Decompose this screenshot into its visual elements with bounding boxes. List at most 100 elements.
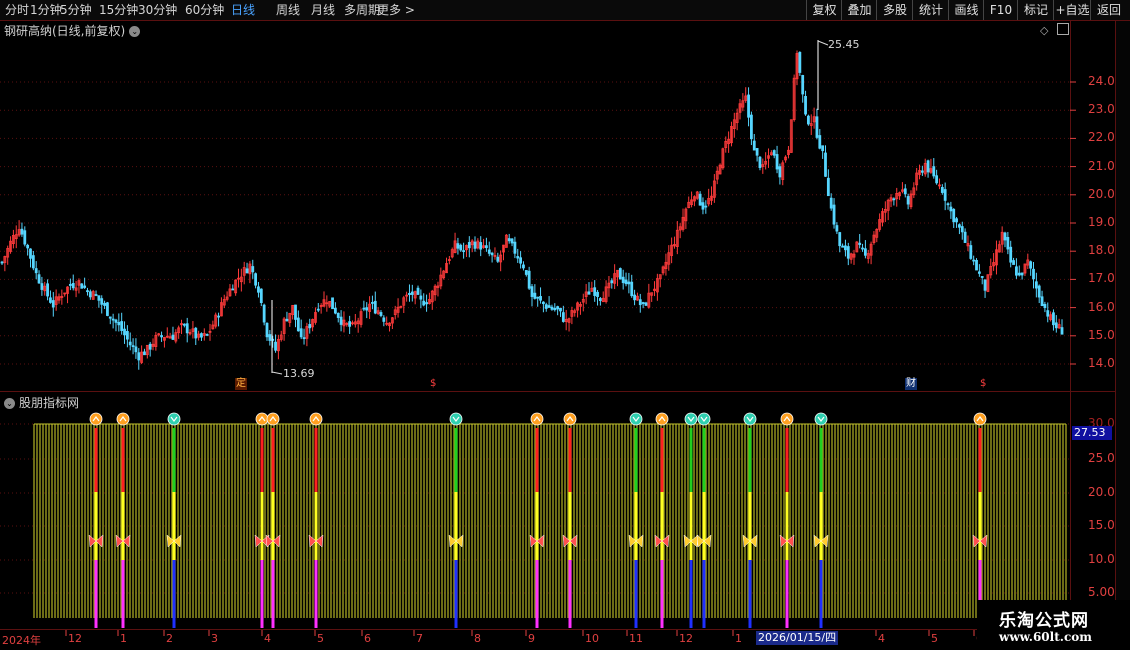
candle-body [977,271,981,274]
candle-body [68,283,72,286]
candle-body [171,334,175,340]
candle-body [750,114,753,140]
candle-body [838,232,842,247]
sell-signal-icon [309,412,323,426]
candle-body [473,241,477,249]
candle-body [638,299,642,306]
candle-body [758,156,762,168]
candle-body [630,281,634,297]
event-badge-dollar[interactable]: $ [429,378,437,390]
date-tick: 4 [264,632,271,645]
candle-body [34,268,38,274]
candle-body [698,193,702,206]
candle-body [618,268,622,280]
event-badge-cai[interactable]: 财 [905,378,917,390]
candle-body [832,204,836,225]
candle-body [137,352,141,361]
candle-body [459,244,463,251]
high-price-label: 25.45 [828,38,860,51]
candle-body [1040,296,1044,307]
low-pointer [271,371,283,375]
candle-body [920,170,924,173]
buy-signal-icon [697,412,711,426]
candle-body [861,247,864,250]
candle-body [844,245,847,251]
candle-body [485,245,488,249]
candle-body [83,285,87,288]
candle-body [906,196,910,205]
candle-body [217,315,220,318]
candle-body [1003,232,1007,241]
candle-body [804,95,807,115]
sell-signal-icon [655,412,669,426]
candle-body [559,307,562,312]
candle-body [265,322,269,338]
candle-body [1012,260,1015,265]
buy-signal-icon [684,412,698,426]
candle-body [274,341,277,351]
candle-body [821,145,825,152]
candle-body [231,288,235,291]
price-chart-canvas[interactable] [0,0,1130,650]
candle-body [479,242,483,250]
candle-body [824,152,827,177]
year-label: 2024年 [2,634,41,647]
candle-body [416,287,420,295]
candle-body [610,280,614,284]
date-tick: 1 [735,632,742,645]
candle-body [257,286,260,293]
candle-body [296,317,300,332]
candle-body [975,259,978,271]
candle-body [31,255,35,269]
candle-body [841,245,844,248]
candle-body [336,312,340,318]
candle-body [510,238,514,244]
sell-signal-icon [780,412,794,426]
candle-body [826,177,830,197]
candle-body [23,230,27,245]
candle-body [94,294,98,296]
candle-body [408,292,411,296]
candle-body [1017,272,1021,276]
candle-body [487,249,491,254]
right-side-panel[interactable] [1115,21,1130,631]
date-tick: 9 [528,632,535,645]
candle-body [1046,310,1050,317]
candle-body [382,317,386,322]
candle-body [339,316,343,325]
candle-body [134,346,138,353]
candle-body [1043,304,1047,309]
candle-body [587,291,591,295]
candle-body [980,276,984,278]
buy-signal-icon [743,412,757,426]
candle-body [254,273,258,286]
sell-signal-icon [255,412,269,426]
candle-body [0,261,4,264]
indicator-current-value: 27.53 [1072,426,1112,440]
candle-body [51,300,55,308]
candle-body [949,206,953,212]
date-tick: 3 [211,632,218,645]
candle-body [251,266,255,273]
buy-signal-icon [449,412,463,426]
candle-body [513,241,517,254]
candle-body [755,148,759,156]
candle-body [362,307,366,310]
candle-body [926,160,930,173]
low-price-label: 13.69 [283,367,315,380]
event-badge-dollar[interactable]: $ [979,378,987,390]
candle-body [71,283,75,289]
candle-body [26,244,30,249]
candle-body [299,328,303,338]
candle-body [598,298,602,301]
candle-body [1032,268,1035,280]
candle-body [285,318,289,322]
candle-body [932,166,936,177]
candle-body [200,333,203,338]
event-badge-ding[interactable]: 定 [235,378,247,390]
candle-body [533,292,537,299]
candle-body [348,321,352,327]
candle-body [539,296,542,301]
candle-body [80,283,84,289]
date-tick: 5 [317,632,324,645]
